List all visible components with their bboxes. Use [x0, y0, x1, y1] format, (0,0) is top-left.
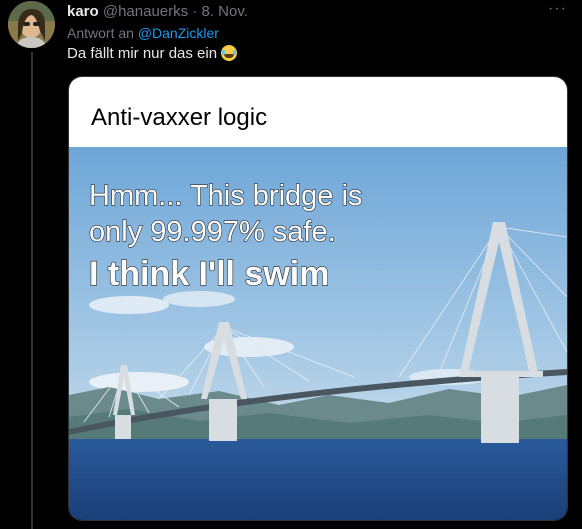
reply-prefix: Antwort an — [67, 25, 134, 41]
tweet-text: Da fällt mir nur das ein — [67, 44, 238, 64]
tears-of-joy-icon — [221, 45, 238, 61]
timestamp[interactable]: 8. Nov. — [201, 3, 247, 20]
more-options-icon[interactable]: ··· — [548, 0, 567, 18]
sea — [69, 439, 567, 520]
separator: · — [192, 3, 198, 20]
tweet-media[interactable]: Anti-vaxxer logic Hmm... This bridge is … — [68, 76, 568, 521]
reply-to-link[interactable]: @DanZickler — [138, 25, 219, 41]
tweet-header: karo @hanauerks · 8. Nov. — [67, 2, 248, 22]
avatar[interactable] — [8, 1, 55, 48]
meme-line-1: Hmm... This bridge is — [89, 180, 362, 212]
display-name[interactable]: karo — [67, 3, 99, 20]
meme-title: Anti-vaxxer logic — [91, 104, 267, 131]
tweet-text-content: Da fällt mir nur das ein — [67, 45, 218, 62]
thread-line — [31, 52, 33, 529]
handle[interactable]: @hanauerks — [103, 3, 188, 20]
meme-line-3: I think I'll swim — [89, 255, 329, 293]
meme-line-2: only 99.997% safe. — [89, 216, 336, 248]
reply-context: Antwort an @DanZickler — [67, 23, 219, 43]
